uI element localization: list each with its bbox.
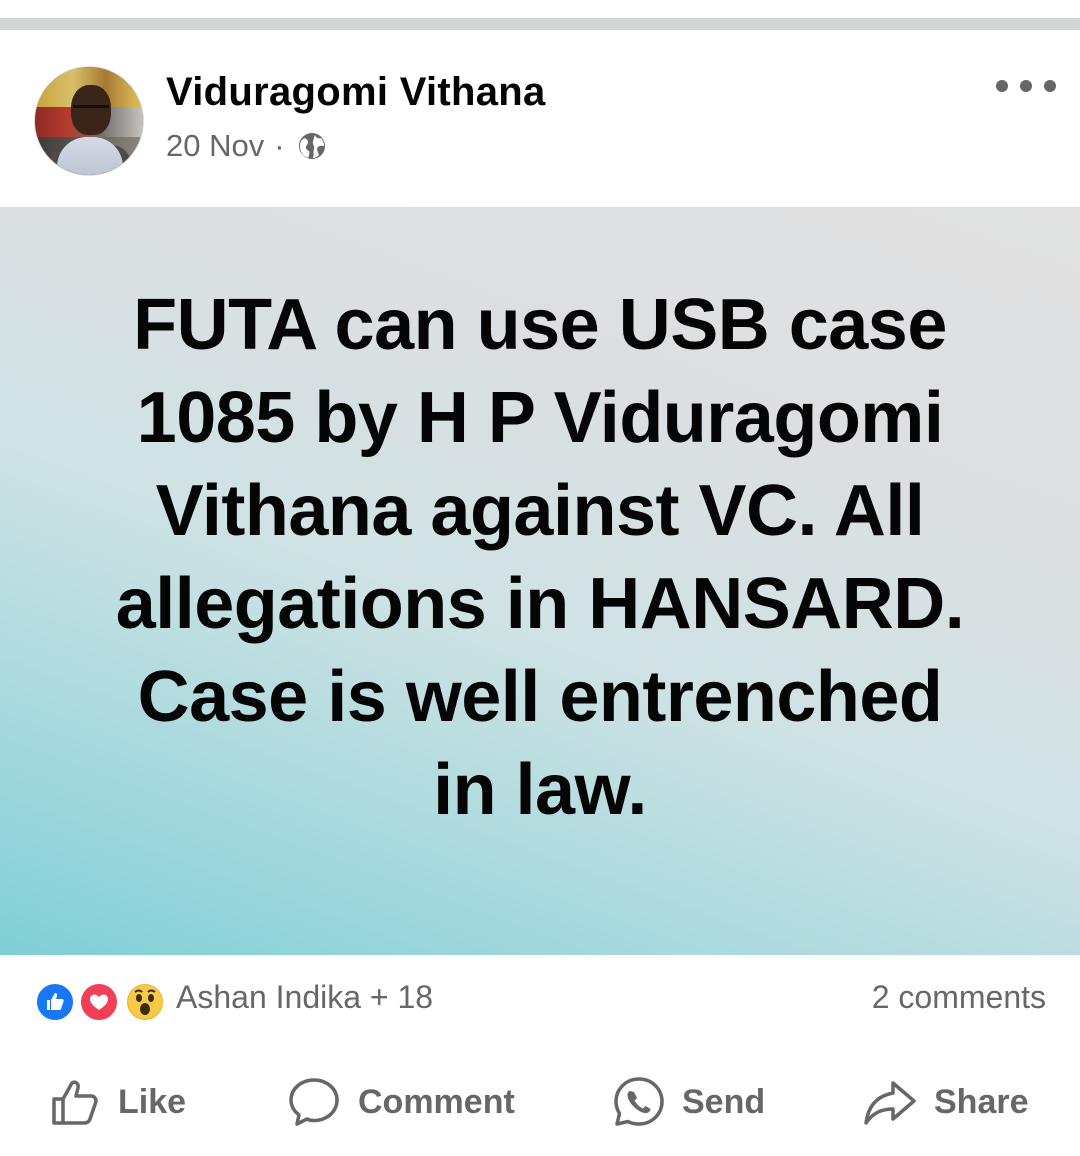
- like-label: Like: [118, 1082, 187, 1121]
- reaction-icons[interactable]: [34, 981, 166, 1023]
- action-bar: Like Comment Send Share: [0, 1045, 1080, 1156]
- post-text-line: 1085 by H P Viduragomi: [136, 378, 944, 458]
- meta-separator: ·: [274, 128, 285, 163]
- like-icon: [52, 1080, 98, 1125]
- like-button[interactable]: Like: [48, 1075, 186, 1129]
- comment-icon: [289, 1078, 339, 1126]
- post-text-line: FUTA can use USB case: [133, 285, 947, 365]
- share-button[interactable]: Share: [862, 1075, 1029, 1129]
- avatar[interactable]: [34, 66, 144, 176]
- wow-reaction-icon: [124, 981, 166, 1023]
- send-label: Send: [682, 1082, 766, 1121]
- post-text-line: allegations in HANSARD.: [115, 564, 965, 644]
- send-button[interactable]: Send: [612, 1075, 765, 1129]
- post-header: Viduragomi Vithana 20 Nov ·: [0, 30, 1080, 207]
- share-icon: [864, 1081, 916, 1125]
- more-dot: [1020, 80, 1032, 92]
- more-options-icon[interactable]: [996, 74, 1056, 98]
- share-label: Share: [934, 1082, 1029, 1121]
- post-text-line: Vithana against VC. All: [155, 471, 925, 551]
- author-name[interactable]: Viduragomi Vithana: [166, 70, 546, 115]
- globe-icon: [297, 131, 327, 161]
- comments-count[interactable]: 2 comments: [872, 979, 1046, 1016]
- avatar-glasses: [73, 105, 109, 114]
- more-dot: [1044, 80, 1056, 92]
- post-background: FUTA can use USB case 1085 by H P Vidura…: [0, 207, 1080, 955]
- divider-bar: [0, 18, 1080, 30]
- post-date[interactable]: 20 Nov: [166, 128, 264, 164]
- top-divider: [0, 0, 1080, 30]
- love-reaction-icon: [78, 981, 120, 1023]
- like-reaction-icon: [34, 981, 76, 1023]
- comment-button[interactable]: Comment: [286, 1075, 515, 1129]
- post-meta: 20 Nov ·: [166, 128, 327, 164]
- post-text: FUTA can use USB case 1085 by H P Vidura…: [60, 279, 1020, 837]
- post-text-line: Case is well entrenched: [137, 657, 943, 737]
- whatsapp-send-icon: [614, 1077, 664, 1126]
- reactions-summary: Ashan Indika + 18 2 comments: [0, 955, 1080, 1045]
- comment-label: Comment: [358, 1082, 515, 1121]
- more-dot: [996, 80, 1008, 92]
- reaction-names[interactable]: Ashan Indika + 18: [176, 979, 433, 1016]
- post-text-line: in law.: [433, 750, 647, 830]
